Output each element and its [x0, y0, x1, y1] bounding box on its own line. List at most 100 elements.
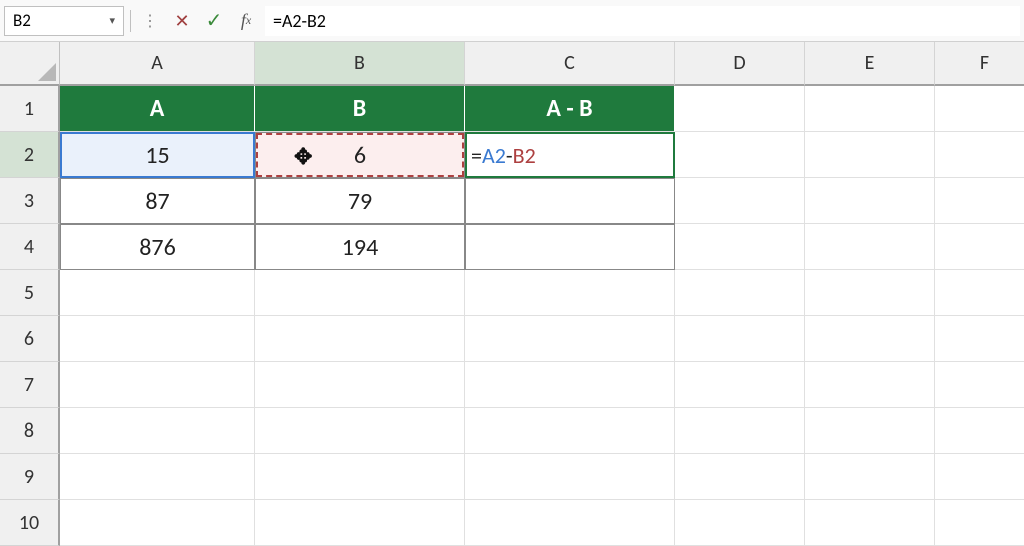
- cell-b10[interactable]: [255, 500, 465, 546]
- table-row: [60, 408, 1024, 454]
- cell-e3[interactable]: [805, 178, 935, 224]
- cell-a5[interactable]: [60, 270, 255, 316]
- cell-f1[interactable]: [935, 86, 1024, 132]
- row-header-8[interactable]: 8: [0, 408, 60, 454]
- column-header-e[interactable]: E: [805, 42, 935, 86]
- cell-b3[interactable]: 79: [255, 178, 465, 224]
- cell-c7[interactable]: [465, 362, 675, 408]
- column-header-b[interactable]: B: [255, 42, 465, 86]
- cell-d6[interactable]: [675, 316, 805, 362]
- row-header-4[interactable]: 4: [0, 224, 60, 270]
- cell-e4[interactable]: [805, 224, 935, 270]
- table-row: [60, 316, 1024, 362]
- table-row: [60, 454, 1024, 500]
- row-header-9[interactable]: 9: [0, 454, 60, 500]
- cell-c1[interactable]: A - B: [465, 86, 675, 132]
- cell-b9[interactable]: [255, 454, 465, 500]
- cell-f3[interactable]: [935, 178, 1024, 224]
- cell-c9[interactable]: [465, 454, 675, 500]
- row-header-5[interactable]: 5: [0, 270, 60, 316]
- cell-e1[interactable]: [805, 86, 935, 132]
- cell-a2[interactable]: 15: [60, 132, 255, 178]
- cell-e6[interactable]: [805, 316, 935, 362]
- cell-c4[interactable]: [465, 224, 675, 270]
- name-box[interactable]: B2 ▾: [4, 6, 124, 36]
- row-header-7[interactable]: 7: [0, 362, 60, 408]
- column-header-d[interactable]: D: [675, 42, 805, 86]
- cell-b6[interactable]: [255, 316, 465, 362]
- cell-c10[interactable]: [465, 500, 675, 546]
- cell-d5[interactable]: [675, 270, 805, 316]
- cell-a3[interactable]: 87: [60, 178, 255, 224]
- cell-c5[interactable]: [465, 270, 675, 316]
- cell-a8[interactable]: [60, 408, 255, 454]
- cell-a6[interactable]: [60, 316, 255, 362]
- table-row: [60, 270, 1024, 316]
- cell-e10[interactable]: [805, 500, 935, 546]
- select-all-icon: [38, 63, 56, 81]
- cell-b1[interactable]: B: [255, 86, 465, 132]
- cell-c2[interactable]: =A2-B2: [465, 132, 675, 178]
- cell-f2[interactable]: [935, 132, 1024, 178]
- cell-f9[interactable]: [935, 454, 1024, 500]
- table-row: 876194: [60, 224, 1024, 270]
- row-header-6[interactable]: 6: [0, 316, 60, 362]
- accept-button[interactable]: ✓: [201, 8, 227, 34]
- cell-e5[interactable]: [805, 270, 935, 316]
- column-header-a[interactable]: A: [60, 42, 255, 86]
- cancel-button[interactable]: ✕: [169, 8, 195, 34]
- cell-d8[interactable]: [675, 408, 805, 454]
- cell-e2[interactable]: [805, 132, 935, 178]
- cell-d2[interactable]: [675, 132, 805, 178]
- row-header-3[interactable]: 3: [0, 178, 60, 224]
- cell-b8[interactable]: [255, 408, 465, 454]
- more-icon[interactable]: ⋮: [137, 8, 163, 34]
- cell-a4[interactable]: 876: [60, 224, 255, 270]
- cell-f7[interactable]: [935, 362, 1024, 408]
- cell-b2[interactable]: ✥6: [255, 132, 465, 178]
- cursor-plus-icon: ✥: [294, 143, 312, 170]
- formula-display: =A2-B2: [471, 142, 536, 169]
- cell-a1[interactable]: A: [60, 86, 255, 132]
- select-all-corner[interactable]: [0, 42, 60, 86]
- cell-d3[interactable]: [675, 178, 805, 224]
- row-header-10[interactable]: 10: [0, 500, 60, 546]
- cell-f4[interactable]: [935, 224, 1024, 270]
- cell-d7[interactable]: [675, 362, 805, 408]
- cell-f8[interactable]: [935, 408, 1024, 454]
- cell-b4[interactable]: 194: [255, 224, 465, 270]
- cell-c6[interactable]: [465, 316, 675, 362]
- cell-grid: ABA - B15✥6=A2-B28779876194: [60, 86, 1024, 546]
- cell-c3[interactable]: [465, 178, 675, 224]
- cell-e8[interactable]: [805, 408, 935, 454]
- row-headers: 12345678910: [0, 86, 60, 546]
- cell-f5[interactable]: [935, 270, 1024, 316]
- chevron-down-icon[interactable]: ▾: [109, 14, 115, 27]
- cell-d9[interactable]: [675, 454, 805, 500]
- cell-d10[interactable]: [675, 500, 805, 546]
- row-header-1[interactable]: 1: [0, 86, 60, 132]
- cell-e9[interactable]: [805, 454, 935, 500]
- cell-a10[interactable]: [60, 500, 255, 546]
- cell-d4[interactable]: [675, 224, 805, 270]
- fx-icon[interactable]: fx: [233, 8, 259, 34]
- table-row: [60, 362, 1024, 408]
- formula-text: =A2-B2: [273, 10, 326, 32]
- table-row: 8779: [60, 178, 1024, 224]
- cell-d1[interactable]: [675, 86, 805, 132]
- cell-f6[interactable]: [935, 316, 1024, 362]
- formula-input[interactable]: =A2-B2: [265, 6, 1020, 36]
- cell-a7[interactable]: [60, 362, 255, 408]
- column-header-f[interactable]: F: [935, 42, 1024, 86]
- row-header-2[interactable]: 2: [0, 132, 60, 178]
- cell-e7[interactable]: [805, 362, 935, 408]
- cell-a9[interactable]: [60, 454, 255, 500]
- cell-c8[interactable]: [465, 408, 675, 454]
- cell-b5[interactable]: [255, 270, 465, 316]
- cell-f10[interactable]: [935, 500, 1024, 546]
- column-header-c[interactable]: C: [465, 42, 675, 86]
- cell-b7[interactable]: [255, 362, 465, 408]
- table-row: [60, 500, 1024, 546]
- formula-bar: B2 ▾ ⋮ ✕ ✓ fx =A2-B2: [0, 0, 1024, 42]
- table-row: 15✥6=A2-B2: [60, 132, 1024, 178]
